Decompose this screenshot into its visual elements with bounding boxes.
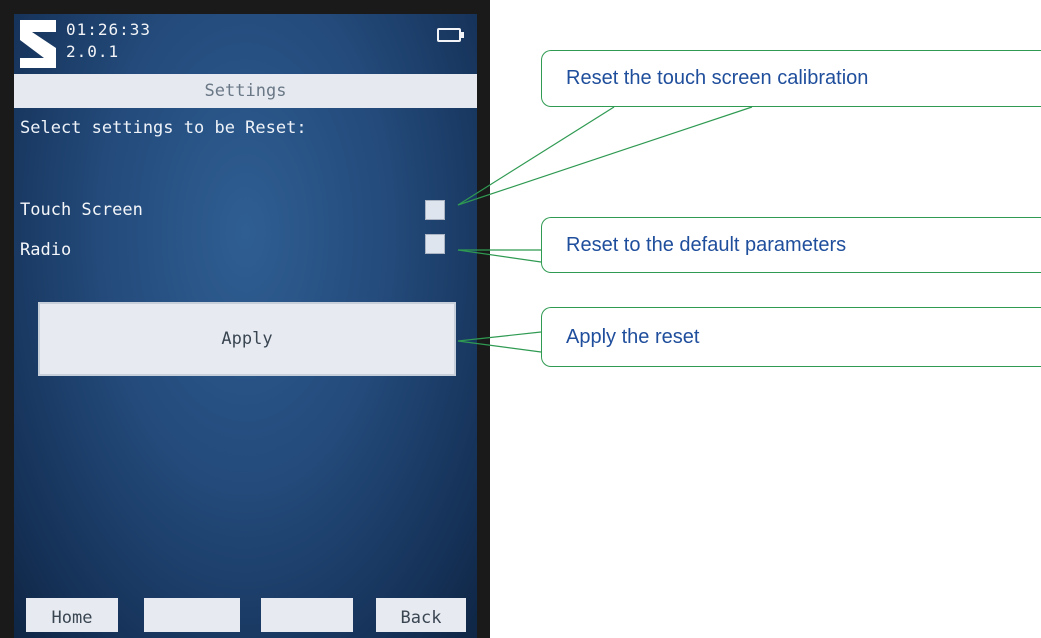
radio-label: Radio <box>20 240 72 260</box>
page-title: Settings <box>14 74 477 108</box>
blank-softkey-2[interactable] <box>261 598 353 632</box>
brand-s-logo-icon <box>20 20 56 68</box>
touch-screen-callout: Reset the touch screen calibration <box>541 50 1041 107</box>
reset-prompt: Select settings to be Reset: <box>20 118 307 138</box>
back-softkey[interactable]: Back <box>376 598 466 632</box>
device-screen: 01:26:33 2.0.1 Settings Select settings … <box>14 14 477 638</box>
device-bezel: 01:26:33 2.0.1 Settings Select settings … <box>0 0 490 638</box>
blank-softkey-1[interactable] <box>144 598 240 632</box>
apply-callout: Apply the reset <box>541 307 1041 367</box>
touch-screen-label: Touch Screen <box>20 200 143 220</box>
battery-icon <box>437 28 464 42</box>
radio-callout: Reset to the default parameters <box>541 217 1041 273</box>
radio-checkbox[interactable] <box>425 234 445 254</box>
apply-button[interactable]: Apply <box>38 302 456 376</box>
home-softkey[interactable]: Home <box>26 598 118 632</box>
status-time: 01:26:33 <box>66 20 152 39</box>
status-version: 2.0.1 <box>66 42 120 61</box>
touch-screen-checkbox[interactable] <box>425 200 445 220</box>
